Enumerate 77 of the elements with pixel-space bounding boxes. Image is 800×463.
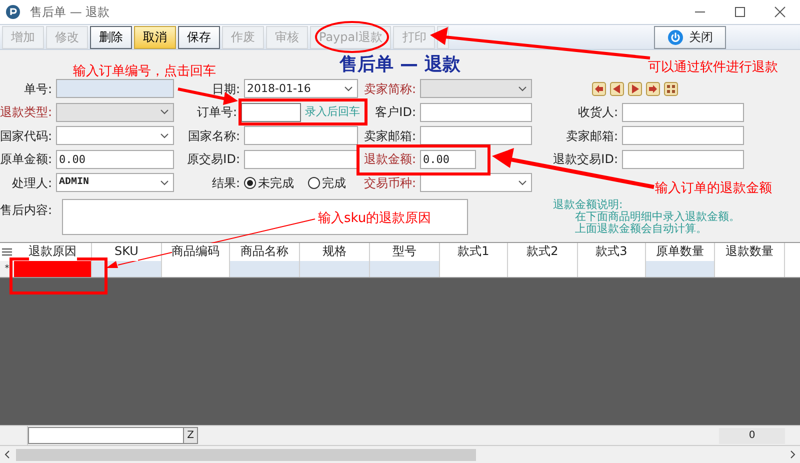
chevron-down-icon — [160, 180, 169, 186]
annotation-text: 可以通过软件进行退款 — [648, 59, 778, 77]
field-label: 退款交易ID: — [553, 151, 618, 168]
table-cell[interactable] — [230, 260, 300, 276]
field-label: 交易币种: — [364, 174, 416, 192]
field-label: 处理人: — [12, 174, 52, 192]
table-cell[interactable] — [370, 260, 440, 276]
text-field[interactable] — [420, 126, 532, 146]
field-label: 结果: — [212, 174, 240, 192]
field-label: 国家名称: — [188, 128, 240, 145]
toolbar-button[interactable]: 取消 — [134, 26, 176, 48]
column-header[interactable]: 退款原因 — [28, 242, 76, 260]
chevron-left-icon[interactable] — [4, 450, 10, 459]
text-field[interactable] — [56, 79, 174, 98]
chevron-down-icon — [344, 86, 353, 92]
filter-button[interactable]: Z — [183, 428, 197, 443]
field-label: 退款类型: — [0, 104, 52, 122]
field-label: 卖家简称: — [364, 80, 416, 98]
dropdown-field[interactable]: 2018-01-16 — [244, 79, 358, 98]
field-label: 原交易ID: — [187, 151, 240, 168]
chevron-down-icon — [518, 180, 527, 186]
maximize-icon[interactable] — [734, 6, 746, 18]
table-cell[interactable] — [14, 260, 92, 276]
field-label: 退款金额: — [364, 151, 416, 168]
form-heading: 售后单 — 退款 — [340, 53, 460, 77]
toolbar-button[interactable]: 删除 — [90, 26, 132, 48]
field-label: 日期: — [212, 80, 240, 98]
annotation-text: 输入订单编号，点击回车 — [73, 63, 216, 81]
text-field[interactable] — [622, 126, 744, 146]
text-field[interactable] — [244, 126, 358, 146]
field-label: 订单号: — [196, 104, 237, 122]
note-title: 退款金额说明: — [553, 198, 624, 210]
text-field[interactable] — [622, 102, 744, 122]
total-cell: 0 — [719, 428, 785, 444]
field-label: 国家代码: — [0, 128, 52, 145]
annotation-text: 输入订单的退款金额 — [655, 180, 772, 198]
chevron-down-icon — [160, 132, 169, 139]
chevron-right-icon[interactable] — [790, 450, 796, 459]
chevron-down-icon — [160, 109, 169, 116]
arrow-icon[interactable] — [646, 82, 660, 96]
power-icon — [668, 30, 683, 44]
remarks-textarea[interactable] — [62, 198, 468, 234]
field-label: 客户ID: — [375, 104, 416, 122]
field-label: 收货人: — [578, 104, 618, 122]
horizontal-scrollbar[interactable] — [0, 445, 800, 463]
dropdown-field[interactable] — [420, 173, 532, 192]
dropdown-field[interactable]: ADMIN — [56, 173, 174, 192]
annotation-text: 输入sku的退款原因 — [318, 210, 432, 228]
note-text: 在下面商品明细中录入退款金额。 — [574, 210, 740, 222]
window-title: 售后单 — 退款 — [30, 4, 110, 21]
field-label: 售后内容: — [0, 202, 52, 218]
text-field[interactable]: 0.00 — [56, 150, 174, 169]
dropdown-field[interactable] — [56, 126, 174, 146]
table-cell[interactable] — [646, 260, 715, 276]
close-icon[interactable] — [774, 6, 786, 18]
text-field[interactable] — [244, 150, 358, 169]
field-label: 卖家邮箱: — [364, 128, 416, 145]
field-label: 单号: — [24, 80, 52, 98]
arrow-icon[interactable] — [592, 82, 606, 96]
close-button[interactable]: 关闭 — [654, 26, 726, 48]
filter-field[interactable]: Z — [28, 427, 198, 444]
text-field[interactable] — [420, 102, 532, 122]
app-logo-icon — [6, 5, 20, 19]
toolbar-button[interactable]: 保存 — [178, 26, 220, 48]
table-cell[interactable] — [300, 260, 370, 276]
scrollbar-thumb[interactable] — [16, 448, 476, 460]
refund-amount-field[interactable]: 0.00 — [420, 150, 476, 169]
radio-option[interactable]: 未完成 — [244, 174, 294, 192]
text-field[interactable] — [622, 150, 744, 169]
radio-option[interactable]: 完成 — [308, 174, 346, 192]
order-number-field[interactable] — [241, 102, 301, 122]
field-label: 卖家邮箱: — [566, 128, 618, 145]
hint-text: 录入后回车 — [305, 104, 360, 120]
grid-icon[interactable] — [664, 82, 678, 96]
note-text: 上面退款金额会自动计算。 — [574, 222, 708, 234]
field-label: 原单金额: — [0, 151, 52, 168]
chevron-down-icon — [518, 86, 527, 92]
